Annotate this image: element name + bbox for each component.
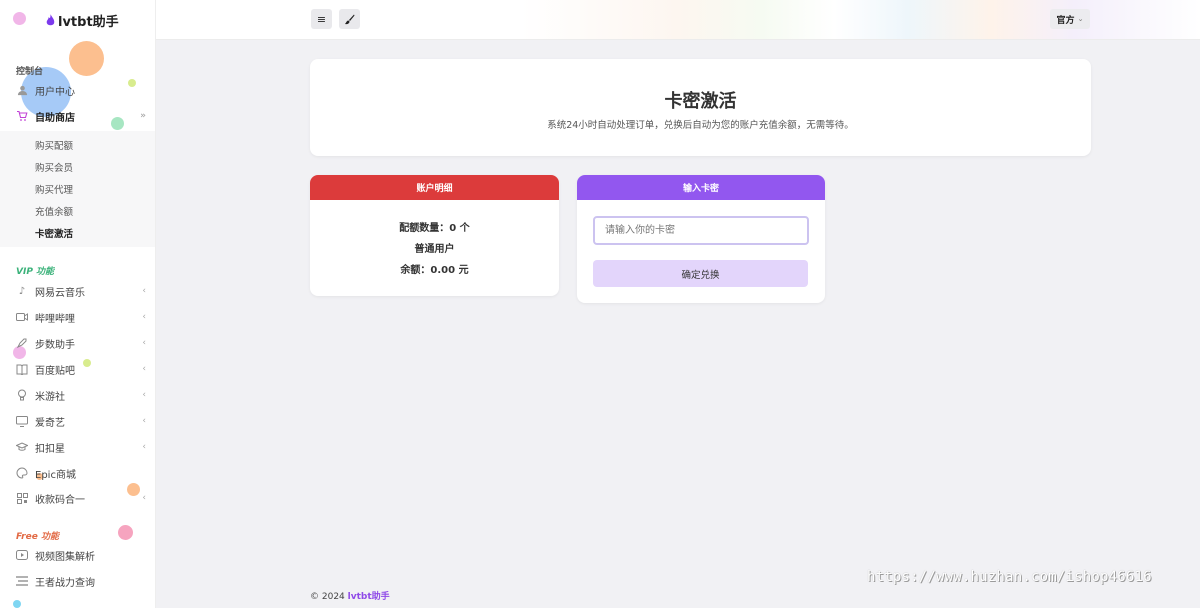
list-icon <box>16 575 28 587</box>
section-console: 控制台 <box>16 67 44 77</box>
quota-count: 配额数量：0 个 <box>399 223 470 234</box>
sidebar-item-self-shop[interactable]: 自助商店 » <box>0 105 155 127</box>
cart-icon <box>16 110 28 122</box>
sidebar-item-kkx[interactable]: 扣扣星 ‹ <box>0 436 155 458</box>
chevron-left-icon: ‹ <box>142 286 146 296</box>
submenu-item-buy-quota[interactable]: 购买配额 <box>35 138 73 152</box>
sidebar-item-baidu-tieba[interactable]: 百度贴吧 ‹ <box>0 358 155 380</box>
page-subtitle: 系统24小时自动处理订单，兑换后自动为您的账户充值余额，无需等待。 <box>547 120 854 131</box>
hero-card: 卡密激活 系统24小时自动处理订单，兑换后自动为您的账户充值余额，无需等待。 <box>310 59 1091 156</box>
page-title: 卡密激活 <box>664 91 737 112</box>
user-role: 普通用户 <box>414 244 455 255</box>
app-logo[interactable]: lvtbt助手 <box>46 11 119 30</box>
brush-icon <box>345 14 355 24</box>
sidebar-item-qrcode[interactable]: 收款码合一 ‹ <box>0 487 155 509</box>
source-select[interactable]: 官方 ⌄ <box>1050 9 1090 29</box>
music-note-icon: ♪ <box>18 285 26 297</box>
sidebar-item-label: 爱奇艺 <box>35 417 65 429</box>
decor-dot <box>13 12 26 25</box>
watermark-text: https://www.huzhan.com/ishop46616 <box>867 569 1152 585</box>
sidebar-item-label: 扣扣星 <box>35 443 65 455</box>
sidebar-item-label: 视频图集解析 <box>35 551 95 563</box>
chevron-left-icon: ‹ <box>142 442 146 452</box>
sidebar-item-netease-music[interactable]: ♪ 网易云音乐 ‹ <box>0 280 155 302</box>
submenu-item-card-activate[interactable]: 卡密激活 <box>35 226 73 240</box>
chevron-down-icon: ⌄ <box>1077 15 1084 23</box>
confirm-redeem-button[interactable]: 确定兑换 <box>593 260 808 287</box>
sidebar-item-user-center[interactable]: 用户中心 <box>0 79 155 101</box>
sidebar-item-label: 自助商店 <box>35 112 75 124</box>
menu-icon: ≡ <box>316 12 327 26</box>
sidebar-item-video-parse[interactable]: 视频图集解析 <box>0 544 155 566</box>
card-code-input[interactable] <box>593 216 809 245</box>
play-icon <box>16 549 28 561</box>
sidebar-item-iqiyi[interactable]: 爱奇艺 ‹ <box>0 410 155 432</box>
section-free: Free 功能 <box>16 532 59 542</box>
chevron-left-icon: ‹ <box>142 390 146 400</box>
sidebar-item-label: 哔哩哔哩 <box>35 313 75 325</box>
sidebar-item-bilibili[interactable]: 哔哩哔哩 ‹ <box>0 306 155 328</box>
monitor-icon <box>16 415 28 427</box>
theme-button[interactable] <box>339 9 360 29</box>
decor-dot <box>13 600 21 608</box>
redeem-card-header: 输入卡密 <box>577 175 825 200</box>
redeem-card: 输入卡密 确定兑换 <box>577 175 825 303</box>
app-name: lvtbt助手 <box>58 15 119 30</box>
chevron-left-icon: ‹ <box>142 338 146 348</box>
sidebar-item-label: 用户中心 <box>35 86 75 98</box>
balance-value: 余额：0.00 元 <box>400 265 469 276</box>
video-icon <box>16 311 28 323</box>
footer-brand-link[interactable]: lvtbt助手 <box>348 592 390 602</box>
footer: © 2024 lvtbt助手 <box>310 589 390 602</box>
decor-dot <box>69 41 104 76</box>
sidebar-item-label: 百度贴吧 <box>35 365 75 377</box>
chevron-left-icon: ‹ <box>142 416 146 426</box>
top-bar: ≡ 官方 ⌄ <box>156 0 1200 40</box>
submenu-item-recharge[interactable]: 充值余额 <box>35 204 73 218</box>
palette-icon <box>16 467 28 479</box>
qrcode-icon <box>16 492 28 504</box>
sidebar-item-label: 网易云音乐 <box>35 287 85 299</box>
submenu-item-buy-member[interactable]: 购买会员 <box>35 160 73 174</box>
chevron-left-icon: ‹ <box>142 364 146 374</box>
book-icon <box>16 363 28 375</box>
account-card: 账户明细 配额数量：0 个 普通用户 余额：0.00 元 <box>310 175 559 296</box>
graduation-icon <box>16 441 28 453</box>
footer-copyright: © 2024 <box>310 592 348 602</box>
sidebar-item-label: 王者战力查询 <box>35 577 95 589</box>
sidebar-item-steps[interactable]: 步数助手 ‹ <box>0 332 155 354</box>
section-vip: VIP 功能 <box>16 267 55 277</box>
source-select-value: 官方 <box>1056 15 1075 26</box>
account-card-header: 账户明细 <box>310 175 559 200</box>
menu-toggle-button[interactable]: ≡ <box>311 9 332 29</box>
sidebar-item-epic[interactable]: Epic商城 <box>0 462 155 484</box>
sidebar-item-label: 米游社 <box>35 391 65 403</box>
chevron-double-down-icon: » <box>140 111 146 121</box>
chevron-left-icon: ‹ <box>142 312 146 322</box>
shop-submenu: 购买配额 购买会员 购买代理 充值余额 卡密激活 <box>0 131 155 247</box>
sidebar-item-label: 步数助手 <box>35 339 75 351</box>
sidebar-item-miyoushe[interactable]: 米游社 ‹ <box>0 384 155 406</box>
flame-icon <box>46 14 55 26</box>
chevron-left-icon: ‹ <box>142 493 146 503</box>
rocket-icon <box>16 337 28 349</box>
sidebar: lvtbt助手 控制台 用户中心 自助商店 » 购买配额 购买会员 购买代理 充… <box>0 0 156 608</box>
submenu-item-buy-agent[interactable]: 购买代理 <box>35 182 73 196</box>
decor-dot <box>118 525 133 540</box>
sidebar-item-label: Epic商城 <box>35 469 76 481</box>
bulb-icon <box>16 389 28 401</box>
user-icon <box>16 84 28 96</box>
sidebar-item-wzry[interactable]: 王者战力查询 <box>0 570 155 592</box>
sidebar-item-label: 收款码合一 <box>35 494 85 506</box>
